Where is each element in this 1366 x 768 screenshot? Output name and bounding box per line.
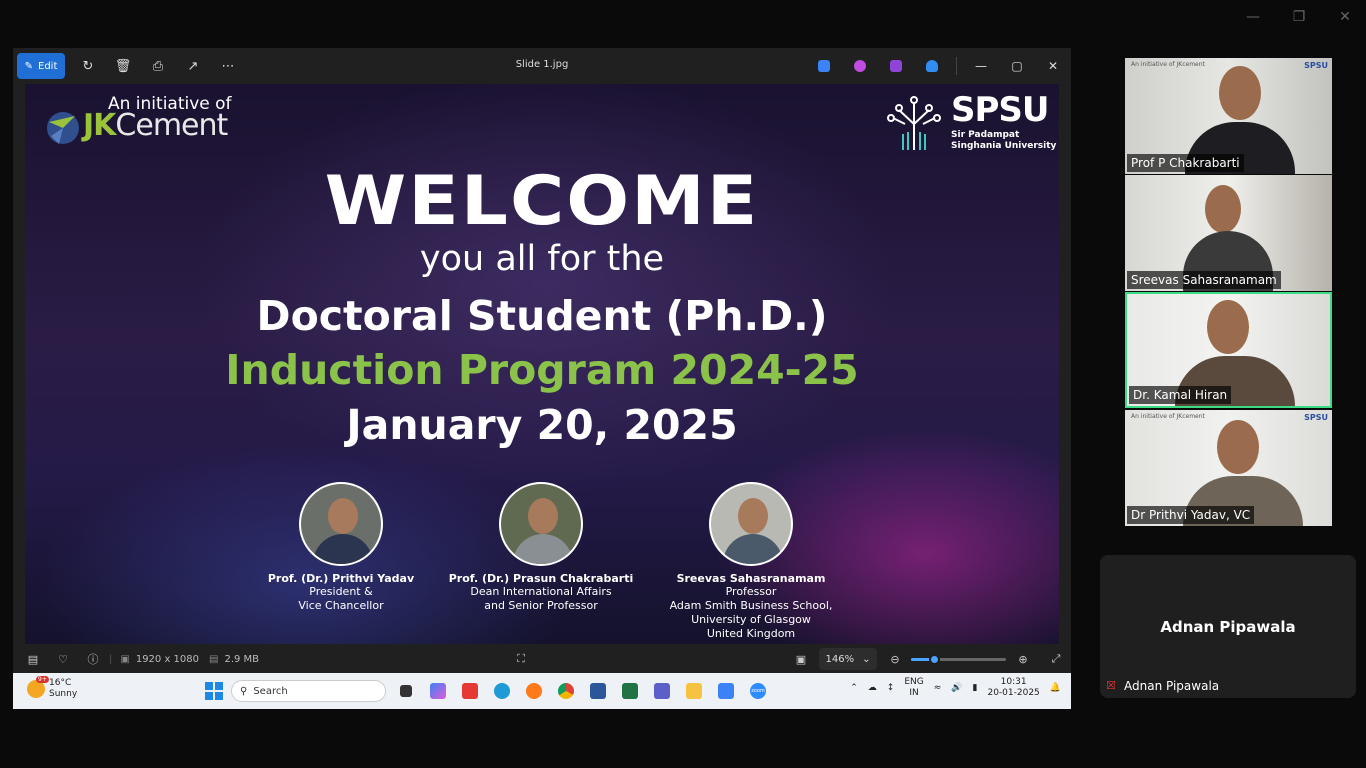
participant-tile[interactable]: Sreevas Sahasranamam — [1125, 175, 1332, 291]
participant-tile-active[interactable]: Dr. Kamal Hiran — [1125, 292, 1332, 408]
crop-icon[interactable]: ⛶ — [511, 649, 531, 669]
spsu-subtitle: Sir Padampat Singhania University — [951, 130, 1057, 151]
spsu-wordmark: SPSU — [951, 90, 1050, 130]
viewer-toolbar: ✎ Edit ↻ 🗑 ⎙ ↗ ⋯ Slide 1.jpg — ▢ ✕ — [13, 48, 1071, 84]
network-status-icon[interactable]: ↕ — [887, 683, 895, 693]
self-view-tile[interactable]: Adnan Pipawala ☒ Adnan Pipawala — [1100, 555, 1356, 698]
self-name-label: ☒ Adnan Pipawala — [1106, 679, 1220, 693]
jkcement-wordmark: JKCement — [83, 108, 228, 143]
resolution-text: 1920 x 1080 — [135, 653, 200, 665]
favorite-icon[interactable]: ♡ — [53, 649, 73, 669]
participant-name: Dr Prithvi Yadav, VC — [1127, 506, 1255, 524]
delete-icon[interactable]: 🗑 — [111, 54, 135, 78]
participant-name: Prof P Chakrabarti — [1127, 154, 1244, 172]
info-icon[interactable]: ⓘ — [83, 649, 103, 669]
participant-tile[interactable]: An initiative of JKcement SPSU Prof P Ch… — [1125, 58, 1332, 174]
taskbar-search[interactable]: ⚲ Search — [231, 680, 386, 702]
slide-image: An initiative of JKCement SPSU Sir Padam… — [25, 84, 1059, 644]
self-display-name: Adnan Pipawala — [1160, 618, 1296, 636]
anydesk-icon[interactable] — [458, 679, 482, 703]
system-tray: ⌃ ☁ ↕ ENG IN ≈ 🔊 ▮ 10:31 20-01-2025 🔔 — [850, 677, 1061, 699]
word-icon[interactable] — [586, 679, 610, 703]
notification-icon[interactable]: 🔔 — [1050, 683, 1061, 693]
wifi-icon[interactable]: ≈ — [934, 683, 942, 693]
copilot-app-icon[interactable] — [426, 679, 450, 703]
battery-icon[interactable]: ▮ — [973, 683, 978, 693]
speaker-photo — [299, 482, 383, 566]
share-icon[interactable]: ↗ — [181, 54, 205, 78]
zoom-app-icon[interactable]: zoom — [746, 679, 770, 703]
rotate-icon[interactable]: ↻ — [76, 54, 100, 78]
search-icon: ⚲ — [240, 685, 248, 697]
paint-icon[interactable] — [812, 54, 836, 78]
paint-app-icon[interactable] — [714, 679, 738, 703]
zoom-window-controls: — ❐ ✕ — [1244, 8, 1354, 26]
participant-name: Dr. Kamal Hiran — [1129, 386, 1232, 404]
speaker-card: Prof. (Dr.) Prasun Chakrabarti Dean Inte… — [431, 482, 651, 613]
subheading: you all for the — [419, 239, 665, 279]
program-title: Doctoral Student (Ph.D.) — [256, 292, 828, 340]
task-view-icon[interactable] — [394, 679, 418, 703]
viewer-maximize-icon[interactable]: ▢ — [1005, 54, 1029, 78]
speaker-card: Prof. (Dr.) Prithvi Yadav President & Vi… — [231, 482, 451, 613]
chevron-up-icon[interactable]: ⌃ — [850, 683, 858, 693]
excel-icon[interactable] — [618, 679, 642, 703]
chrome-icon[interactable] — [554, 679, 578, 703]
file-explorer-icon[interactable] — [682, 679, 706, 703]
edit-button[interactable]: ✎ Edit — [17, 53, 65, 79]
zoom-in-icon[interactable]: ⊕ — [1013, 649, 1033, 669]
spsu-tree-icon — [887, 96, 941, 150]
edit-icon: ✎ — [24, 60, 33, 72]
storage-icon: ▤ — [209, 653, 219, 665]
jkcement-logo-icon — [47, 112, 79, 144]
welcome-heading: WELCOME — [324, 161, 760, 241]
speaker-card: Sreevas Sahasranamam Professor Adam Smit… — [641, 482, 861, 641]
participant-tile[interactable]: An initiative of JKcement SPSU Dr Prithv… — [1125, 410, 1332, 526]
filmstrip-icon[interactable]: ▤ — [23, 649, 43, 669]
weather-widget[interactable]: 9+ 16°C Sunny — [27, 676, 77, 700]
program-date: January 20, 2025 — [346, 401, 738, 449]
more-icon[interactable]: ⋯ — [216, 54, 240, 78]
firefox-icon[interactable] — [522, 679, 546, 703]
windows-taskbar: 9+ 16°C Sunny ⚲ Search zoom ⌃ ☁ ↕ ENG IN… — [13, 673, 1071, 709]
restore-icon[interactable]: ❐ — [1290, 8, 1308, 26]
mic-muted-icon: ☒ — [1106, 679, 1116, 692]
viewer-statusbar: ▤ ♡ ⓘ | ▣ 1920 x 1080 ▤ 2.9 MB ⛶ ▣ 146% … — [13, 646, 1071, 672]
viewer-minimize-icon[interactable]: — — [969, 54, 993, 78]
language-indicator[interactable]: ENG IN — [904, 677, 923, 699]
fullscreen-icon[interactable]: ⤢ — [1046, 649, 1066, 669]
minimize-icon[interactable]: — — [1244, 8, 1262, 26]
edge-icon[interactable] — [490, 679, 514, 703]
speaker-photo — [709, 482, 793, 566]
volume-icon[interactable]: 🔊 — [951, 683, 962, 693]
program-name: Induction Program 2024-25 — [225, 346, 859, 394]
clock[interactable]: 10:31 20-01-2025 — [987, 677, 1039, 699]
start-icon[interactable] — [205, 682, 223, 700]
close-icon[interactable]: ✕ — [1336, 8, 1354, 26]
zoom-select[interactable]: 146% ⌄ — [819, 648, 877, 670]
zoom-out-icon[interactable]: ⊖ — [885, 649, 905, 669]
zoom-slider[interactable] — [911, 654, 1006, 665]
print-icon[interactable]: ⎙ — [146, 54, 170, 78]
copilot-icon[interactable] — [848, 54, 872, 78]
image-icon: ▣ — [120, 653, 130, 665]
participant-name: Sreevas Sahasranamam — [1127, 271, 1281, 289]
chevron-down-icon: ⌄ — [862, 653, 871, 665]
file-size-text: 2.9 MB — [224, 653, 260, 665]
onedrive-icon[interactable] — [920, 54, 944, 78]
clipchamp-icon[interactable] — [884, 54, 908, 78]
speaker-photo — [499, 482, 583, 566]
cloud-icon[interactable]: ☁ — [868, 683, 877, 693]
viewer-close-icon[interactable]: ✕ — [1041, 54, 1065, 78]
shared-screen: ✎ Edit ↻ 🗑 ⎙ ↗ ⋯ Slide 1.jpg — ▢ ✕ An in… — [13, 48, 1071, 709]
sun-icon: 9+ — [27, 676, 49, 698]
teams-icon[interactable] — [650, 679, 674, 703]
fit-to-window-icon[interactable]: ▣ — [791, 649, 811, 669]
